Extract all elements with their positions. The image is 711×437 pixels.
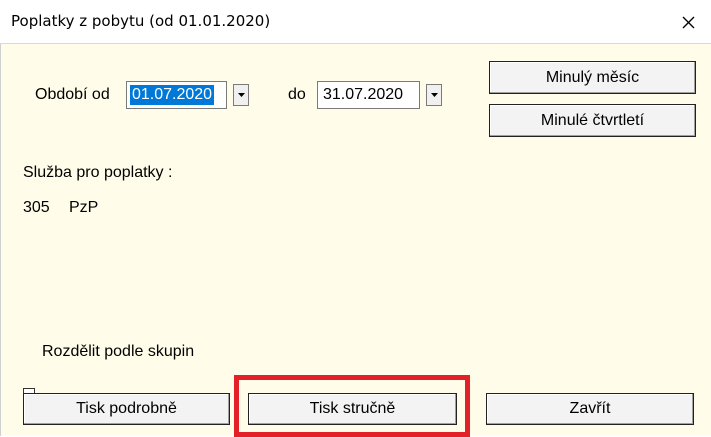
close-button[interactable]: Zavřít [486, 393, 694, 425]
split-by-groups-label[interactable]: Rozdělit podle skupin [42, 343, 194, 361]
dropdown-arrow-icon [430, 93, 438, 97]
period-from-label: Období od [35, 86, 110, 103]
print-detailed-button[interactable]: Tisk podrobně [23, 393, 230, 425]
last-quarter-button[interactable]: Minulé čtvrtletí [489, 104, 696, 137]
period-from-dropdown-button[interactable] [233, 84, 249, 106]
title-bar: Poplatky z pobytu (od 01.01.2020) [0, 0, 711, 44]
period-from-field[interactable]: 01.07.2020 [126, 81, 227, 109]
period-from-value: 01.07.2020 [130, 85, 215, 105]
last-month-button[interactable]: Minulý měsíc [489, 61, 696, 94]
print-brief-button[interactable]: Tisk stručně [248, 393, 457, 425]
dialog-body: Období od 01.07.2020 do 31.07.2020 Minul… [0, 44, 711, 436]
window-title: Poplatky z pobytu (od 01.01.2020) [11, 12, 271, 30]
service-label: Služba pro poplatky : [23, 164, 173, 181]
service-name: PzP [69, 199, 99, 216]
period-to-dropdown-button[interactable] [426, 84, 442, 106]
close-icon [682, 16, 694, 28]
period-to-label: do [288, 86, 306, 103]
period-to-field[interactable]: 31.07.2020 [317, 81, 420, 109]
service-code: 305 [23, 199, 50, 216]
period-to-value: 31.07.2020 [323, 86, 404, 103]
dropdown-arrow-icon [237, 93, 245, 97]
close-window-button[interactable] [665, 0, 711, 44]
